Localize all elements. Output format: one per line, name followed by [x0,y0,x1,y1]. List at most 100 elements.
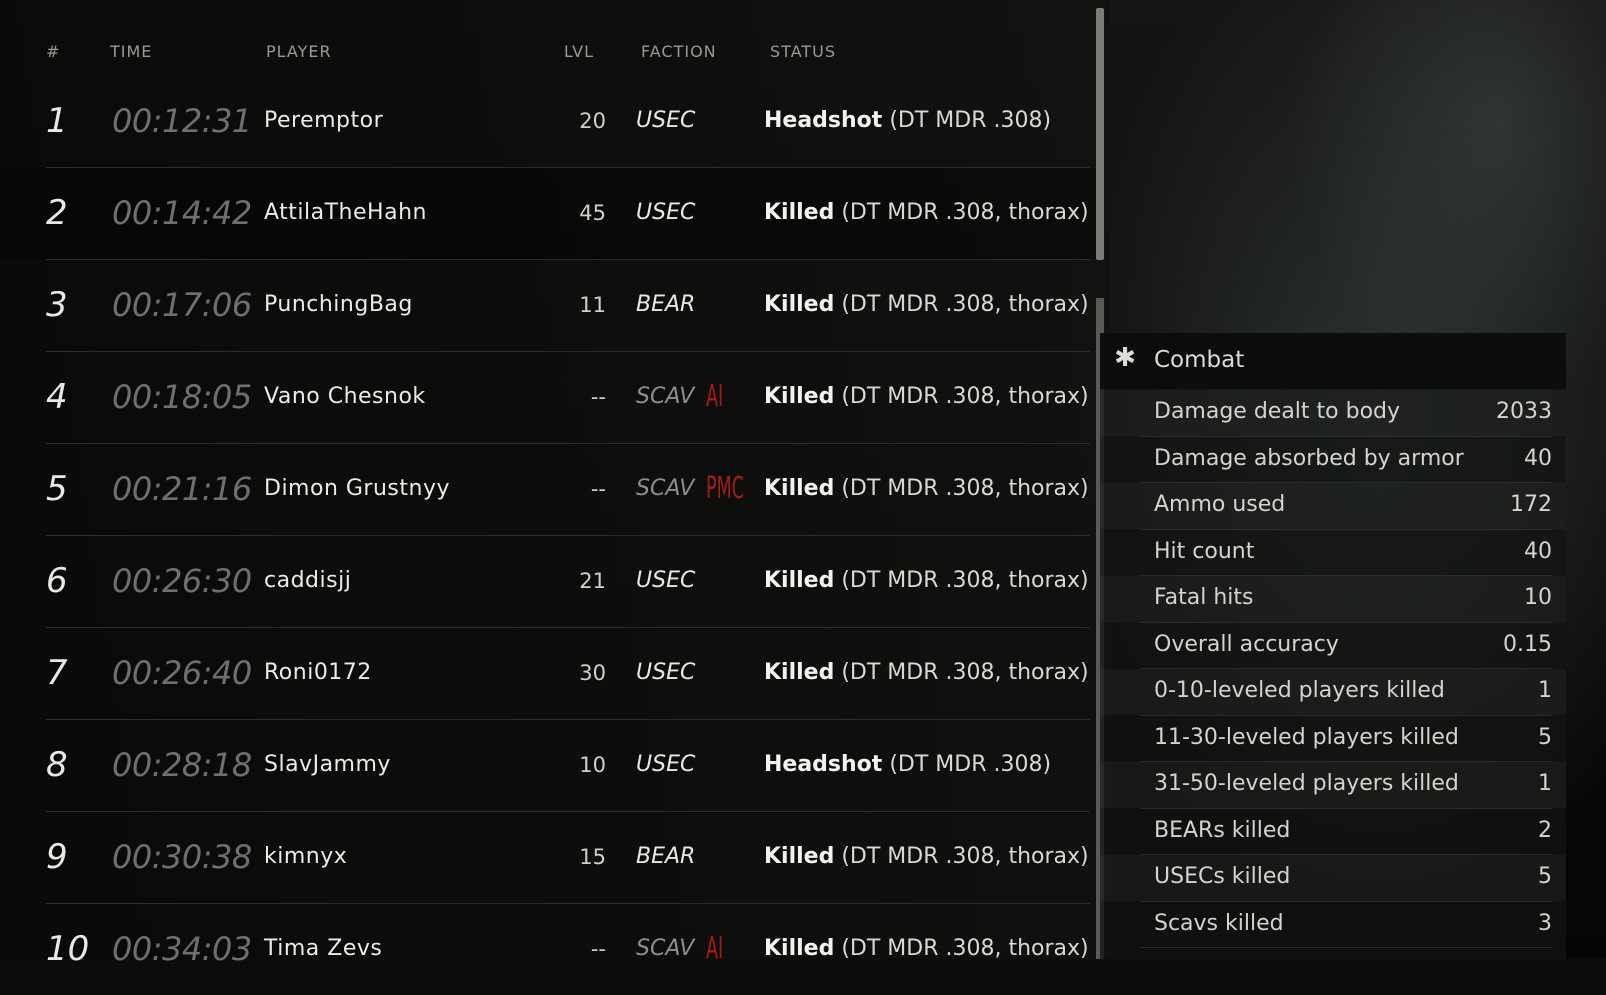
kill-status-word: Headshot [764,108,883,133]
kill-status: Killed (DT MDR .308, thorax) [764,444,1089,534]
combat-stat-row: Overall accuracy 0.15 [1140,623,1552,669]
kill-status-word: Headshot [764,752,883,777]
scrollbar-thumb[interactable] [1096,8,1104,260]
kill-status-detail: (DT MDR .308) [882,752,1052,777]
player-level: 20 [579,109,606,133]
combat-stat-row: 31-50-leveled players killed 1 [1140,762,1552,809]
combat-header[interactable]: ✱ Combat [1100,333,1566,389]
kill-status-word: Killed [764,200,835,225]
kill-row[interactable]: 2 00:14:42 AttilaTheHahn 45 USEC Killed (DT M… [0,168,1100,260]
kill-status-detail: (DT MDR .308, thorax) [834,660,1089,685]
kill-status-word: Killed [764,476,835,501]
stat-value: 5 [1538,864,1552,889]
stat-label: Damage absorbed by armor [1154,445,1464,471]
kill-status: Killed (DT MDR .308, thorax) [764,904,1089,994]
kill-number: 6 [46,561,68,601]
kill-row[interactable]: 10 00:34:03 Tima Zevs -- SCAV AI Killed (DT MD… [46,904,1090,995]
combat-stat-row: Hit count 40 [1140,530,1552,576]
scav-type-tag: AI [706,379,724,414]
stat-label: USECs killed [1154,864,1291,889]
stat-value: 0.15 [1503,631,1552,657]
kill-status: Killed (DT MDR .308, thorax) [764,352,1089,442]
kill-status-detail: (DT MDR .308) [882,108,1052,133]
kill-status-detail: (DT MDR .308, thorax) [834,568,1089,593]
kill-number: 5 [46,469,68,509]
header-faction[interactable]: FACTION [641,42,717,61]
player-faction: SCAV [636,384,695,409]
kill-status-word: Killed [764,292,835,317]
kill-time: 00:17:06 [112,286,252,324]
player-faction: USEC [636,568,696,593]
kill-status: Killed (DT MDR .308, thorax) [764,628,1089,718]
header-status[interactable]: STATUS [770,42,836,61]
combat-title: Combat [1154,347,1245,373]
player-level: 15 [579,845,606,869]
stat-label: Ammo used [1154,492,1286,517]
kill-status-detail: (DT MDR .308, thorax) [834,476,1089,501]
player-level: -- [590,385,606,409]
kill-status-word: Killed [764,384,835,409]
kill-time: 00:12:31 [112,102,252,140]
header-lvl[interactable]: LVL [564,42,594,61]
header-num: # [46,42,61,61]
player-name: AttilaTheHahn [264,200,427,225]
kill-time: 00:26:40 [112,654,252,692]
kill-number: 4 [46,377,68,417]
kill-row[interactable]: 1 00:12:31 Peremptor 20 USEC Headshot (DT MDR… [46,76,1090,168]
kill-time: 00:21:16 [112,470,252,508]
kill-time: 00:34:03 [112,930,252,968]
player-name: caddisjj [264,568,352,593]
player-faction: USEC [636,660,696,685]
kill-row[interactable]: 6 00:26:30 caddisjj 21 USEC Killed (DT MDR .3… [46,536,1090,628]
stat-label: Overall accuracy [1154,631,1339,657]
kill-status: Headshot (DT MDR .308) [764,720,1051,810]
player-faction: SCAV [636,936,695,961]
kill-status-word: Killed [764,568,835,593]
stat-value: 172 [1510,492,1552,517]
kill-rows: 1 00:12:31 Peremptor 20 USEC Headshot (DT MDR… [0,76,1100,995]
kill-status-detail: (DT MDR .308, thorax) [834,936,1089,961]
player-name: Vano Chesnok [264,384,426,409]
stat-value: 40 [1524,538,1552,564]
scav-type-tag: AI [706,931,724,966]
kill-status-detail: (DT MDR .308, thorax) [834,292,1089,317]
kill-row[interactable]: 5 00:21:16 Dimon Grustnyy -- SCAV PMC Killed (… [46,444,1090,536]
header-player[interactable]: PLAYER [266,42,332,61]
player-faction: BEAR [636,292,696,317]
kill-number: 7 [46,653,68,693]
stat-label: 0-10-leveled players killed [1154,678,1445,703]
combat-stats-list: Damage dealt to body 2033 Damage absorbed … [1100,390,1566,948]
kill-row[interactable]: 3 00:17:06 PunchingBag 11 BEAR Killed (DT MDR… [46,260,1090,352]
kill-row[interactable]: 7 00:26:40 Roni0172 30 USEC Killed (DT MDR .3… [46,628,1090,720]
kill-list-panel: # TIME PLAYER LVL FACTION STATUS 1 00:12:… [0,0,1110,969]
player-name: Dimon Grustnyy [264,476,450,501]
kill-status: Headshot (DT MDR .308) [764,76,1051,166]
gear-icon: ✱ [1114,343,1136,373]
combat-stat-row: Damage absorbed by armor 40 [1140,437,1552,483]
player-level: -- [590,477,606,501]
kill-status-word: Killed [764,660,835,685]
stat-label: 31-50-leveled players killed [1154,771,1459,796]
player-faction: USEC [636,108,696,133]
stat-label: BEARs killed [1154,817,1291,843]
stat-label: Fatal hits [1154,585,1254,610]
player-level: -- [590,937,606,961]
kill-row[interactable]: 4 00:18:05 Vano Chesnok -- SCAV AI Killed (DT … [46,352,1090,444]
player-name: Roni0172 [264,660,372,685]
player-name: Peremptor [264,108,384,133]
kill-number: 9 [46,837,68,877]
kill-number: 3 [46,285,68,325]
stat-label: 11-30-leveled players killed [1154,724,1459,750]
kill-row[interactable]: 9 00:30:38 kimnyx 15 BEAR Killed (DT MDR .308… [46,812,1090,904]
kill-time: 00:14:42 [112,194,252,232]
player-name: PunchingBag [264,292,413,317]
player-faction: USEC [636,752,696,777]
combat-stat-row: 11-30-leveled players killed 5 [1140,716,1552,762]
kill-row[interactable]: 8 00:28:18 SlavJammy 10 USEC Headshot (DT MDR… [46,720,1090,812]
kill-time: 00:26:30 [112,562,252,600]
header-time[interactable]: TIME [110,42,152,61]
kill-status-word: Killed [764,844,835,869]
kill-status-word: Killed [764,936,835,961]
kill-number: 10 [46,929,90,969]
stat-value: 10 [1524,585,1552,610]
